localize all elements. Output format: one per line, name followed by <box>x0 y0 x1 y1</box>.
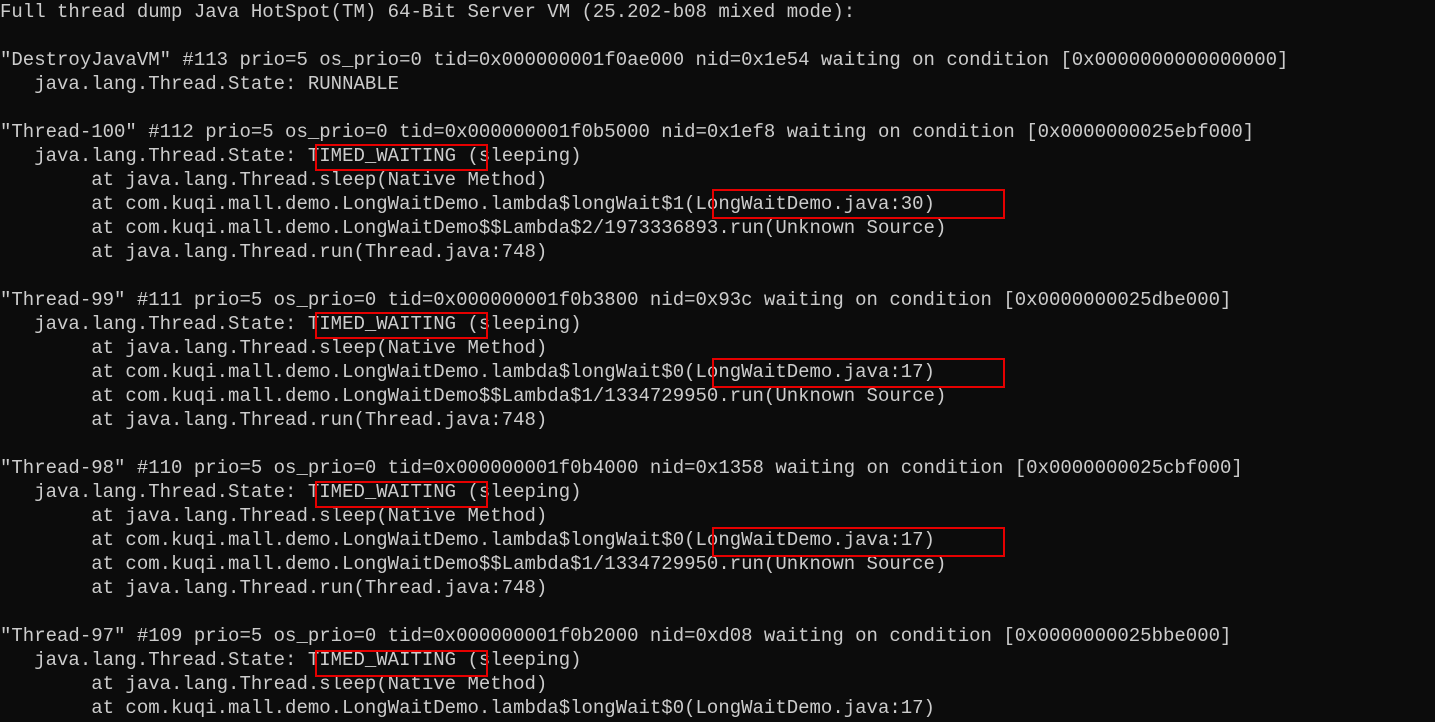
blank-line <box>0 600 1435 624</box>
blank-line <box>0 24 1435 48</box>
stack-frame: at java.lang.Thread.run(Thread.java:748) <box>0 576 1435 600</box>
blank-line <box>0 96 1435 120</box>
thread-header: "DestroyJavaVM" #113 prio=5 os_prio=0 ti… <box>0 48 1435 72</box>
dump-header: Full thread dump Java HotSpot(TM) 64-Bit… <box>0 0 1435 24</box>
thread-state-pre: java.lang.Thread.State: <box>0 481 308 503</box>
thread-state-pre: java.lang.Thread.State: <box>0 313 308 335</box>
stack-frame: at java.lang.Thread.run(Thread.java:748) <box>0 240 1435 264</box>
thread-state-pre: java.lang.Thread.State: <box>0 145 308 167</box>
highlight-box <box>712 189 1005 219</box>
thread-header: "Thread-99" #111 prio=5 os_prio=0 tid=0x… <box>0 288 1435 312</box>
highlight-box <box>712 527 1005 557</box>
stack-frame: at java.lang.Thread.sleep(Native Method) <box>0 336 1435 360</box>
thread-state-line: java.lang.Thread.State: TIMED_WAITING (s… <box>0 144 1435 168</box>
thread-state-pre: java.lang.Thread.State: <box>0 649 308 671</box>
thread-state-line: java.lang.Thread.State: TIMED_WAITING (s… <box>0 648 1435 672</box>
highlight-box <box>315 312 488 339</box>
stack-frame: at java.lang.Thread.sleep(Native Method) <box>0 672 1435 696</box>
stack-frame: at com.kuqi.mall.demo.LongWaitDemo$$Lamb… <box>0 216 1435 240</box>
highlight-box <box>315 144 488 171</box>
thread-header: "Thread-100" #112 prio=5 os_prio=0 tid=0… <box>0 120 1435 144</box>
thread-state-line: java.lang.Thread.State: RUNNABLE <box>0 72 1435 96</box>
thread-header: "Thread-97" #109 prio=5 os_prio=0 tid=0x… <box>0 624 1435 648</box>
highlight-box <box>712 358 1005 388</box>
thread-state: RUNNABLE <box>308 73 399 95</box>
highlight-box <box>315 481 488 508</box>
blank-line <box>0 432 1435 456</box>
stack-frame: at java.lang.Thread.run(Thread.java:748) <box>0 408 1435 432</box>
thread-state-pre: java.lang.Thread.State: <box>0 73 308 95</box>
thread-state-line: java.lang.Thread.State: TIMED_WAITING (s… <box>0 312 1435 336</box>
stack-frame: at com.kuqi.mall.demo.LongWaitDemo.lambd… <box>0 696 1435 720</box>
terminal-output[interactable]: Full thread dump Java HotSpot(TM) 64-Bit… <box>0 0 1435 720</box>
highlight-box <box>315 650 488 677</box>
blank-line <box>0 264 1435 288</box>
stack-frame: at java.lang.Thread.sleep(Native Method) <box>0 504 1435 528</box>
thread-state-line: java.lang.Thread.State: TIMED_WAITING (s… <box>0 480 1435 504</box>
thread-header: "Thread-98" #110 prio=5 os_prio=0 tid=0x… <box>0 456 1435 480</box>
